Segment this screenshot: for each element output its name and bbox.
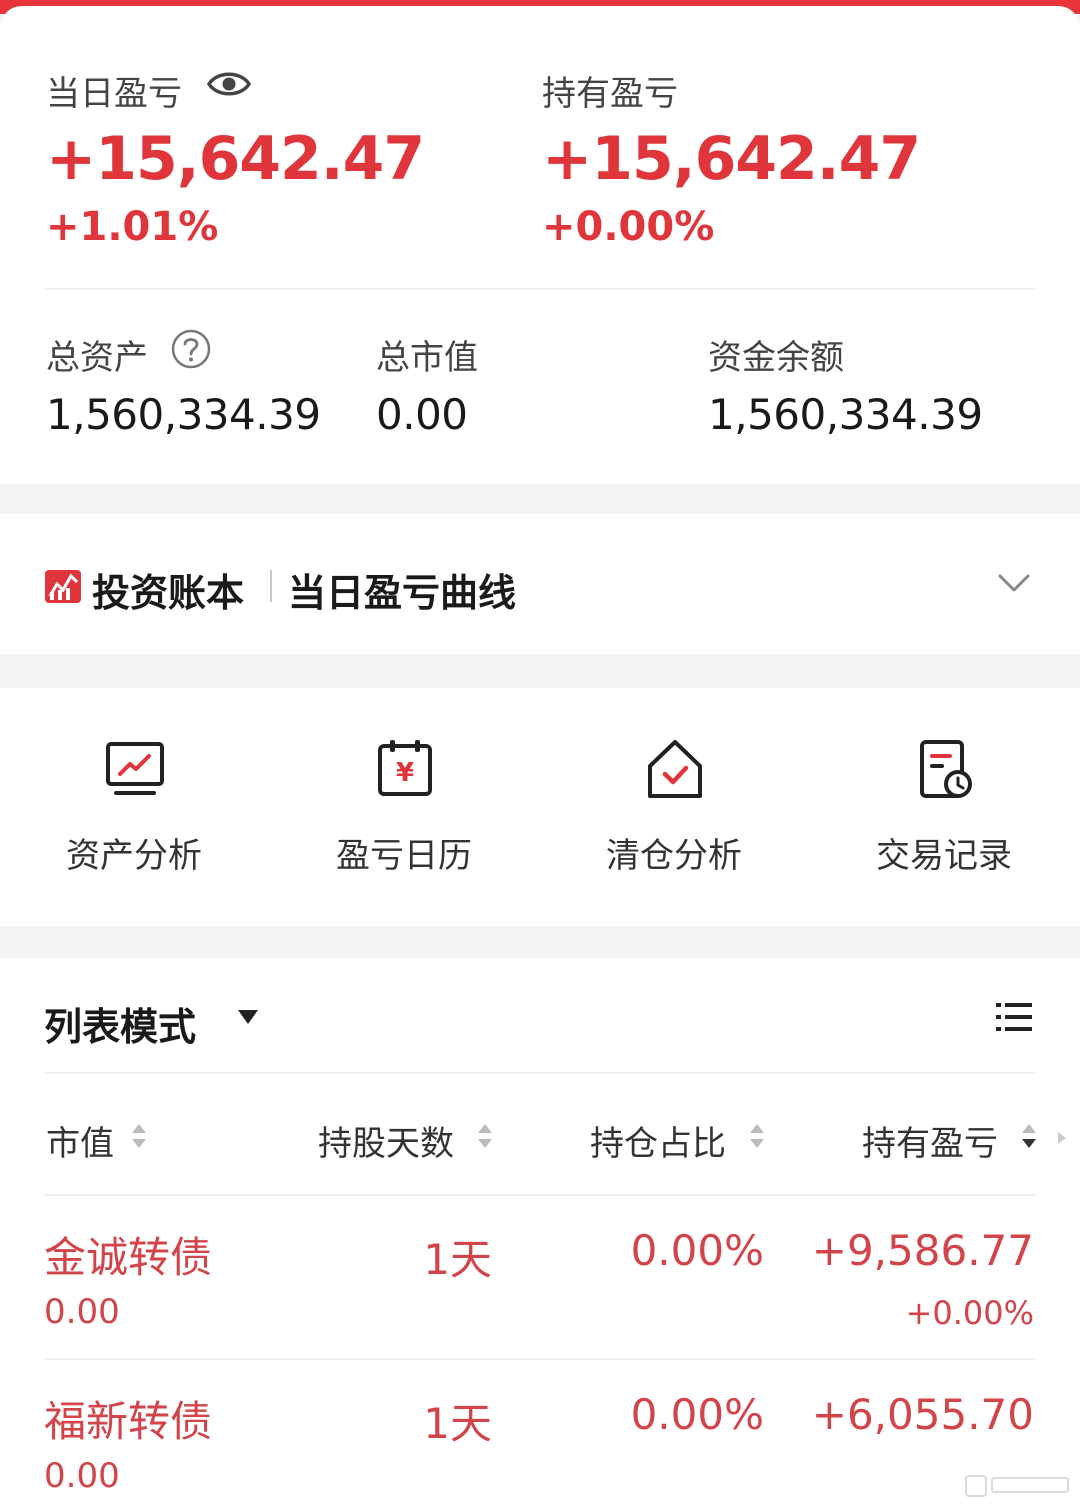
total-assets-label: 总资产 [46, 338, 148, 378]
column-position-ratio[interactable]: 持仓占比 [590, 1116, 726, 1165]
tool-pnl-calendar[interactable]: ¥ 盈亏日历 [304, 738, 504, 878]
row-ratio: 0.00% [630, 1226, 764, 1275]
scroll-right-icon[interactable] [1056, 1130, 1068, 1146]
daily-pnl-percent: +1.01% [46, 204, 219, 250]
list-header-divider [44, 1072, 1036, 1074]
tool-clearance-analysis[interactable]: 清仓分析 [574, 738, 774, 878]
ledger-subtitle: 当日盈亏曲线 [288, 571, 517, 615]
document-clock-icon [920, 740, 972, 798]
tool-label: 清仓分析 [606, 836, 742, 876]
tool-trade-records[interactable]: 交易记录 [844, 738, 1044, 878]
row-market-value: 0.00 [44, 1292, 120, 1332]
ledger-brand: 投资账本 [92, 571, 245, 615]
tool-label: 盈亏日历 [336, 836, 472, 876]
house-check-icon [648, 740, 702, 798]
column-holding-pnl[interactable]: 持有盈亏 [862, 1116, 998, 1165]
help-icon[interactable] [170, 328, 212, 370]
market-value-value: 0.00 [376, 390, 468, 439]
row-divider [44, 1358, 1036, 1360]
sort-icon[interactable] [476, 1120, 494, 1152]
market-value-label: 总市值 [376, 338, 478, 378]
holding-pnl-value: +15,642.47 [542, 124, 921, 194]
row-ratio: 0.00% [630, 1390, 764, 1439]
list-view-icon[interactable] [994, 1000, 1034, 1034]
row-divider [44, 1194, 1036, 1196]
caret-down-icon[interactable] [236, 1008, 260, 1026]
row-pnl-percent: +0.00% [905, 1294, 1034, 1332]
yuan-calendar-icon: ¥ [378, 740, 432, 796]
eye-icon[interactable] [206, 66, 252, 102]
sort-desc-icon[interactable] [1020, 1120, 1038, 1152]
row-days: 1天 [423, 1235, 492, 1284]
svg-text:¥: ¥ [396, 758, 414, 788]
summary-divider [44, 288, 1036, 290]
row-days: 1天 [423, 1399, 492, 1448]
cash-balance-value: 1,560,334.39 [708, 390, 983, 439]
row-market-value: 0.00 [44, 1456, 120, 1496]
ledger-logo-icon [45, 570, 81, 603]
holding-pnl-label: 持有盈亏 [542, 74, 678, 114]
tool-label: 交易记录 [876, 836, 1012, 876]
column-market-value[interactable]: 市值 [46, 1116, 114, 1165]
ledger-separator [270, 570, 272, 602]
chevron-down-icon[interactable] [996, 570, 1032, 598]
sort-icon[interactable] [130, 1120, 148, 1152]
watermark-logo [965, 1475, 1069, 1497]
row-pnl: +6,055.70 [811, 1390, 1034, 1439]
column-holding-days[interactable]: 持股天数 [318, 1116, 454, 1165]
row-name: 金诚转债 [44, 1233, 213, 1282]
daily-pnl-label: 当日盈亏 [46, 74, 182, 114]
row-name: 福新转债 [44, 1397, 213, 1446]
row-pnl: +9,586.77 [811, 1226, 1034, 1275]
daily-pnl-value: +15,642.47 [46, 124, 425, 194]
tool-label: 资产分析 [66, 836, 202, 876]
holding-pnl-percent: +0.00% [542, 204, 715, 250]
list-mode-dropdown[interactable]: 列表模式 [44, 996, 196, 1051]
cash-balance-label: 资金余额 [708, 338, 844, 378]
sort-icon[interactable] [748, 1120, 766, 1152]
tool-asset-analysis[interactable]: 资产分析 [34, 738, 234, 878]
chart-monitor-icon [106, 742, 164, 795]
total-assets-value: 1,560,334.39 [46, 390, 321, 439]
